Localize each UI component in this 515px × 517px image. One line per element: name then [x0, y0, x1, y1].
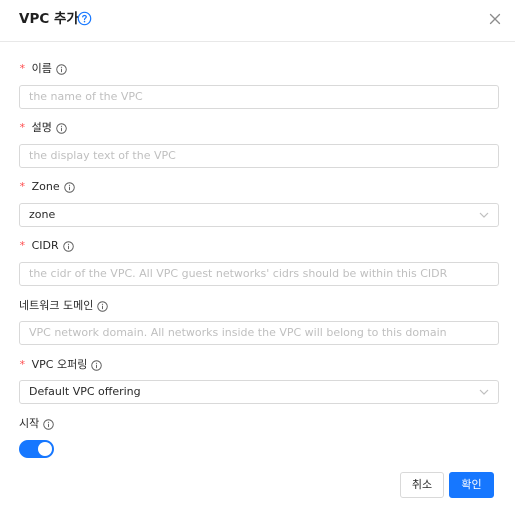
vpc-offering-label-text: VPC 오퍼링 [31, 358, 88, 371]
description-input[interactable]: the display text of the VPC [19, 144, 499, 168]
zone-label: * Zone [19, 179, 75, 195]
info-circle-icon [56, 63, 67, 75]
required-mark: * [19, 358, 26, 371]
network-domain-label: 네트워크 도메인 [19, 298, 109, 314]
name-label-text: 이름 [31, 62, 52, 75]
info-circle-icon [62, 240, 74, 252]
add-vpc-dialog: VPC 추가 * 이름 the name of the VPC * 설명 the… [0, 0, 515, 517]
start-label: 시작 [19, 416, 54, 432]
zone-label-text: Zone [31, 180, 60, 193]
chevron-down-icon [479, 389, 489, 395]
zone-select[interactable]: zone [19, 203, 499, 227]
close-icon[interactable] [488, 12, 502, 26]
required-mark: * [19, 62, 26, 75]
start-label-text: 시작 [19, 417, 40, 430]
vpc-offering-label: * VPC 오퍼링 [19, 357, 103, 373]
dialog-header: VPC 추가 [0, 0, 515, 42]
cidr-label: * CIDR [19, 238, 74, 254]
name-label: * 이름 [19, 61, 67, 77]
network-domain-label-text: 네트워크 도메인 [19, 299, 94, 312]
ok-button[interactable]: 확인 [449, 472, 494, 498]
toggle-knob [38, 442, 52, 456]
start-toggle[interactable] [19, 440, 54, 458]
info-circle-icon [56, 122, 67, 134]
info-circle-icon [97, 300, 109, 312]
cidr-label-text: CIDR [31, 239, 59, 252]
info-circle-icon [91, 359, 103, 371]
name-input[interactable]: the name of the VPC [19, 85, 499, 109]
cidr-input[interactable]: the cidr of the VPC. All VPC guest netwo… [19, 262, 499, 286]
dialog-title: VPC 추가 [19, 11, 79, 27]
vpc-offering-select[interactable]: Default VPC offering [19, 380, 499, 404]
description-label-text: 설명 [31, 121, 52, 134]
required-mark: * [19, 180, 26, 193]
network-domain-input[interactable]: VPC network domain. All networks inside … [19, 321, 499, 345]
description-label: * 설명 [19, 120, 67, 136]
required-mark: * [19, 239, 26, 252]
info-circle-icon [63, 181, 75, 193]
info-circle-icon [43, 418, 54, 430]
vpc-offering-select-value: Default VPC offering [29, 385, 141, 398]
required-mark: * [19, 121, 26, 134]
chevron-down-icon [479, 212, 489, 218]
zone-select-value: zone [29, 208, 56, 221]
question-circle-icon[interactable] [77, 11, 92, 26]
cancel-button[interactable]: 취소 [400, 472, 444, 498]
